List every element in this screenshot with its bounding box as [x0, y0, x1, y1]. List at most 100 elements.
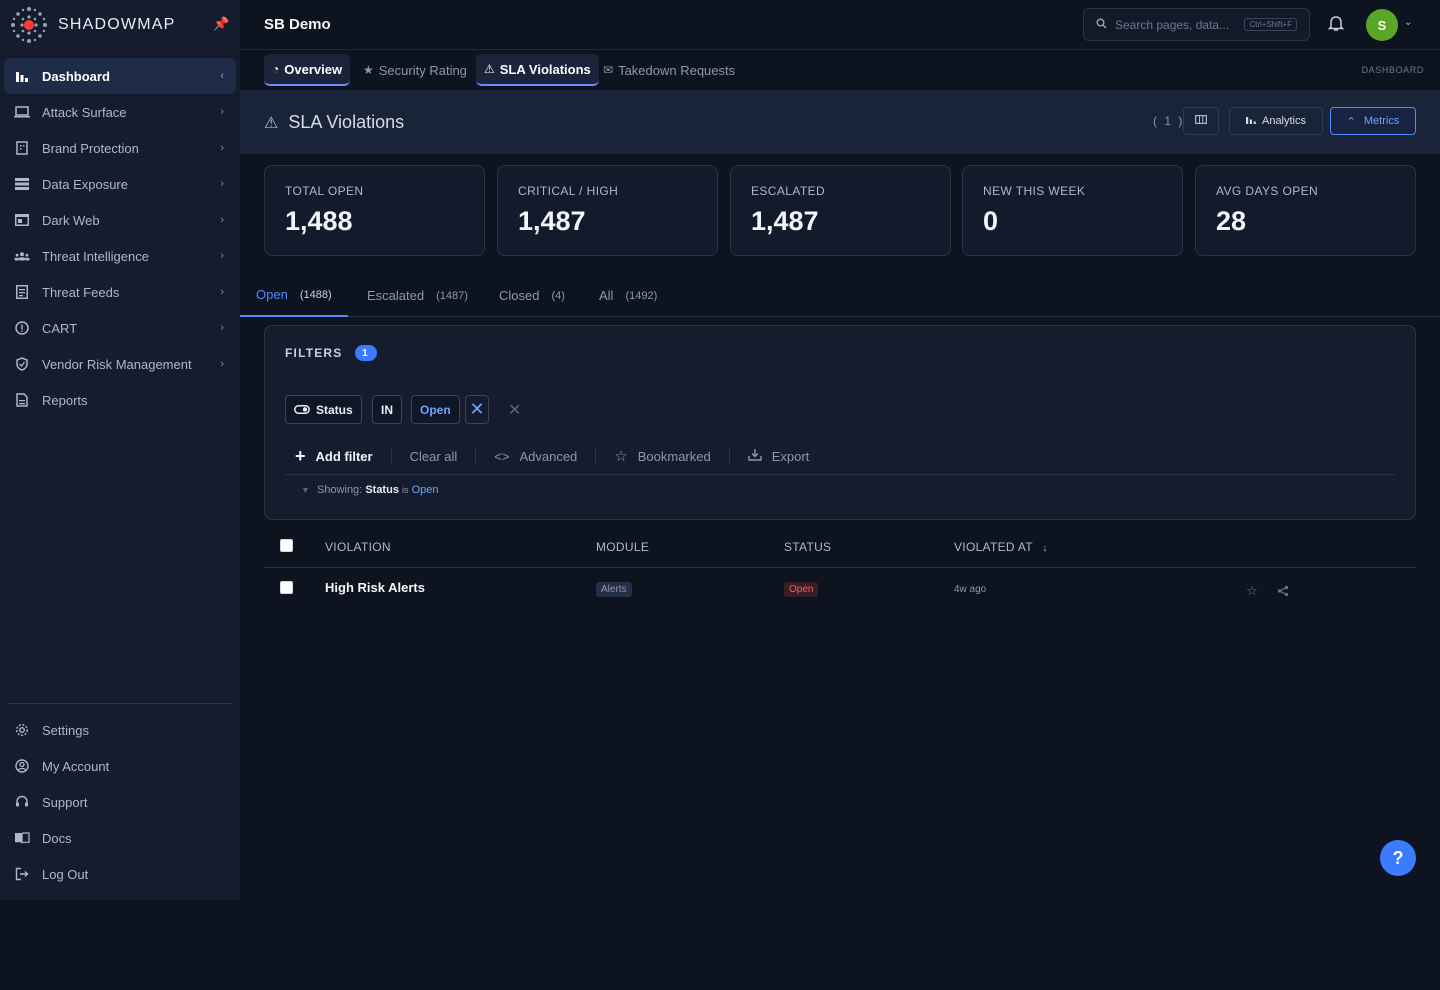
export-label: Export — [771, 448, 810, 464]
chevron-right-icon: › — [220, 286, 224, 298]
analytics-button[interactable]: Analytics — [1229, 107, 1323, 135]
bell-icon[interactable] — [1327, 14, 1345, 37]
columns-icon — [1195, 115, 1208, 127]
star-icon: ★ — [363, 63, 374, 77]
close-icon: ✕ — [469, 399, 485, 419]
group-icon — [14, 248, 30, 264]
table-row[interactable]: High Risk Alerts Alerts Open 4w ago ☆ — [264, 568, 1416, 612]
stat-value: 1,488 — [285, 206, 353, 236]
warning-icon: ⚠ — [264, 114, 279, 132]
filters-title: FILTERS 1 — [285, 345, 377, 361]
row-checkbox[interactable] — [280, 581, 293, 594]
tab-takedown-requests[interactable]: ✉ Takedown Requests — [595, 54, 743, 86]
select-all-checkbox[interactable] — [280, 539, 293, 552]
columns-button[interactable] — [1183, 107, 1219, 135]
avatar[interactable]: S — [1366, 9, 1398, 41]
stat-label: NEW THIS WEEK — [983, 184, 1086, 198]
filter-chip-operator[interactable]: IN — [372, 395, 402, 424]
funnel-icon: ▼ — [301, 485, 310, 495]
sidebar-item-settings[interactable]: Settings — [4, 712, 236, 748]
filter-operator-label: IN — [381, 402, 393, 417]
export-button[interactable]: Export — [730, 447, 828, 465]
sidebar-item-support[interactable]: Support — [4, 784, 236, 820]
search-input[interactable]: Search pages, data... Ctrl+Shift+F — [1083, 8, 1310, 41]
module-tag: Alerts — [596, 582, 632, 597]
filter-chip-field[interactable]: Status — [285, 395, 362, 424]
column-header-module[interactable]: MODULE — [596, 540, 649, 554]
chevron-right-icon: › — [220, 250, 224, 262]
tab-count: (4) — [551, 289, 565, 302]
report-icon — [14, 392, 30, 408]
tab-count: (1488) — [299, 288, 332, 301]
advanced-button[interactable]: <> Advanced — [476, 447, 597, 465]
sidebar-item-dashboard[interactable]: Dashboard ‹ — [4, 58, 236, 94]
analytics-label: Analytics — [1261, 115, 1307, 127]
tab-security-rating[interactable]: ★ Security Rating — [355, 54, 475, 86]
showing-operator: is — [402, 485, 409, 495]
sidebar-item-label: Settings — [42, 722, 89, 738]
add-filter-button[interactable]: + Add filter — [285, 446, 392, 466]
stat-value: 28 — [1216, 206, 1247, 236]
pin-icon[interactable]: 📌 — [213, 16, 229, 32]
tab-label: Escalated — [367, 288, 425, 303]
bookmarked-button[interactable]: ☆ Bookmarked — [596, 447, 730, 465]
tab-overview[interactable]: ◔ Overview — [264, 54, 351, 86]
column-header-status[interactable]: STATUS — [784, 540, 831, 554]
sidebar-item-label: My Account — [42, 758, 110, 774]
search-placeholder: Search pages, data... — [1115, 17, 1230, 32]
chevron-up-icon: ⌃ — [1346, 115, 1356, 128]
search-icon — [1096, 16, 1107, 34]
add-filter-label: Add filter — [315, 448, 373, 464]
showing-field: Status — [365, 484, 399, 496]
gear-icon — [14, 722, 30, 738]
brand-logo[interactable]: SHADOWMAP — [8, 4, 175, 46]
help-button[interactable]: ? — [1380, 840, 1416, 876]
sidebar-item-vendor-risk-management[interactable]: Vendor Risk Management › — [4, 346, 236, 382]
bookmark-star-icon[interactable]: ☆ — [1246, 583, 1258, 599]
sidebar-item-threat-intelligence[interactable]: Threat Intelligence › — [4, 238, 236, 274]
tab-escalated[interactable]: Escalated (1487) — [351, 274, 484, 317]
page-header: ⚠ SLA Violations ( 1 ) Analytics ⌃ Metri… — [240, 90, 1440, 154]
sidebar-item-brand-protection[interactable]: Brand Protection › — [4, 130, 236, 166]
sidebar-item-log-out[interactable]: Log Out — [4, 856, 236, 892]
tab-all[interactable]: All (1492) — [583, 274, 673, 317]
sidebar-item-attack-surface[interactable]: Attack Surface › — [4, 94, 236, 130]
column-header-violated-at[interactable]: VIOLATED AT ↓ — [954, 540, 1048, 554]
column-header-violation[interactable]: VIOLATION — [325, 540, 391, 554]
sidebar-item-data-exposure[interactable]: Data Exposure › — [4, 166, 236, 202]
stat-label: AVG DAYS OPEN — [1216, 184, 1319, 198]
metrics-label: Metrics — [1363, 115, 1400, 127]
clear-all-button[interactable]: Clear all — [392, 447, 477, 465]
stat-label: ESCALATED — [751, 184, 826, 198]
metrics-button[interactable]: ⌃ Metrics — [1330, 107, 1416, 135]
tab-sla-violations[interactable]: ⚠ SLA Violations — [476, 54, 599, 86]
showing-value: Open — [411, 484, 439, 496]
sidebar-item-cart[interactable]: CART › — [4, 310, 236, 346]
bar-chart-icon — [1245, 115, 1256, 127]
filter-chip-value[interactable]: Open — [411, 395, 460, 424]
sidebar-divider — [8, 703, 232, 704]
sidebar-item-reports[interactable]: Reports — [4, 382, 236, 418]
chevron-down-icon[interactable]: ⌄ — [1404, 17, 1412, 28]
tab-label: Overview — [284, 61, 343, 77]
tab-label: Open — [256, 287, 288, 302]
chevron-right-icon: › — [220, 142, 224, 154]
tab-closed[interactable]: Closed (4) — [483, 274, 581, 317]
sidebar-nav: Dashboard ‹ Attack Surface › Brand Prote… — [4, 58, 236, 418]
filter-field-label: Status — [316, 402, 353, 417]
cart-icon — [14, 320, 30, 336]
sidebar-item-dark-web[interactable]: Dark Web › — [4, 202, 236, 238]
result-count: ( 1 ) — [1153, 114, 1185, 128]
sidebar-item-docs[interactable]: Docs — [4, 820, 236, 856]
remove-filter-button[interactable]: ✕ — [465, 395, 489, 424]
column-label: VIOLATED AT — [954, 540, 1033, 554]
tab-label: Takedown Requests — [618, 62, 736, 78]
sidebar-item-threat-feeds[interactable]: Threat Feeds › — [4, 274, 236, 310]
clear-filter-icon[interactable]: ✕ — [508, 400, 521, 420]
tab-open[interactable]: Open (1488) — [240, 274, 348, 317]
share-icon[interactable] — [1277, 585, 1289, 600]
org-name[interactable]: SB Demo — [264, 16, 331, 33]
sidebar-item-my-account[interactable]: My Account — [4, 748, 236, 784]
violated-at: 4w ago — [954, 584, 987, 595]
violation-name[interactable]: High Risk Alerts — [325, 580, 425, 595]
